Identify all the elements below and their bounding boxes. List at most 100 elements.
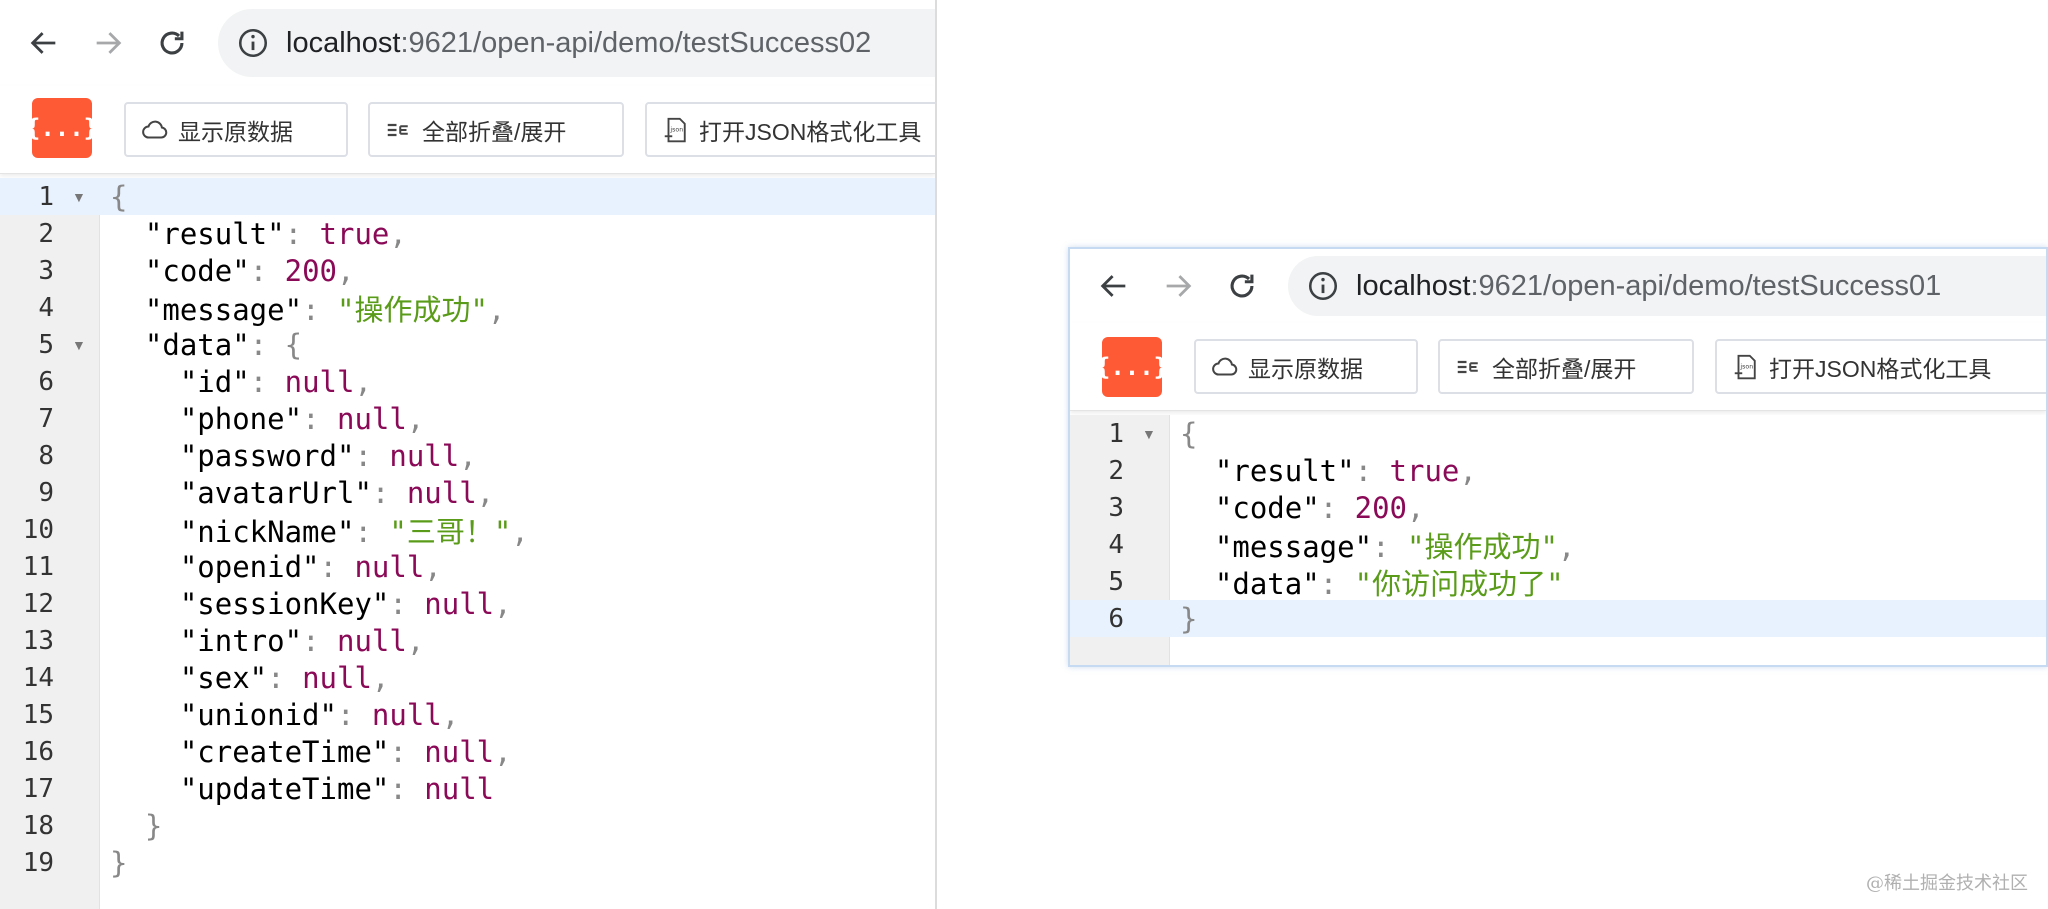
code-token: : { [249,327,303,362]
open-json-tool-button[interactable]: json 打开JSON格式化工具 [645,102,935,157]
code-token: , [487,292,506,327]
code-token: , [337,253,355,288]
code-token: : [302,292,337,327]
address-bar[interactable]: localhost:9621/open-api/demo/testSuccess… [1288,256,2046,316]
code-line: 1 ▼ { [0,178,935,215]
reload-button[interactable] [140,11,204,75]
code-token: } [1180,601,1198,636]
code-line: 4 "message": "操作成功", [0,287,935,329]
code-token: null [424,734,495,769]
code-line: 18 } [0,807,935,844]
browser-nav-bar: localhost:9621/open-api/demo/testSuccess… [0,0,935,86]
code-line: 16 "createTime": null, [0,733,935,770]
code-text: "createTime": null, [110,735,512,769]
code-token: true [1389,453,1460,488]
code-token: null [336,623,407,658]
json-editor[interactable]: 1 ▼{2 "result": true, 3 "code": 200, 4 "mes… [0,178,935,909]
fold-toggle-icon[interactable]: ▼ [1142,426,1156,442]
arrow-left-icon [1100,275,1126,297]
code-token: , [424,549,442,584]
forward-button[interactable] [76,11,140,75]
toggle-fold-button[interactable]: 全部折叠/展开 [1438,339,1694,394]
code-text: "message": "操作成功", [110,287,505,329]
line-number: 1 [1108,418,1124,449]
code-token: "intro" [179,623,303,658]
open-json-tool-button[interactable]: json 打开JSON格式化工具 [1715,339,2046,394]
show-raw-label: 显示原数据 [1248,355,1363,382]
fold-toggle-icon[interactable]: ▼ [72,189,86,205]
fold-toggle-icon[interactable]: ▼ [72,337,86,353]
line-number: 13 [22,625,54,656]
line-number: 3 [1108,492,1124,523]
show-raw-button[interactable]: 显示原数据 [124,102,348,157]
code-text: "data": "你访问成功了" [1180,561,1564,603]
browser-nav-bar: localhost:9621/open-api/demo/testSuccess… [1070,249,2046,323]
code-token: , [1459,453,1477,488]
code-text: } [110,809,162,843]
line-number: 17 [22,773,54,804]
address-bar[interactable]: localhost:9621/open-api/demo/testSuccess… [218,9,935,77]
code-line: 9 "avatarUrl": null, [0,474,935,511]
cloud-icon [1212,357,1238,376]
show-raw-button[interactable]: 显示原数据 [1194,339,1418,394]
code-token: "sessionKey" [179,586,390,621]
code-token: : [336,697,372,732]
code-line: 10 "nickName": "三哥！", [0,511,935,549]
code-token: , [1557,529,1576,564]
code-line: 12 "sessionKey": null, [0,585,935,622]
toggle-fold-label: 全部折叠/展开 [1492,355,1637,382]
line-number: 12 [22,588,54,619]
code-line: 2 "result": true, [0,215,935,252]
code-token: "操作成功" [336,292,488,327]
code-text: "sex": null, [110,661,390,695]
code-token: : [1319,566,1355,601]
browser-window-right: localhost:9621/open-api/demo/testSuccess… [1068,247,2048,667]
code-line: 13 "intro": null, [0,622,935,659]
code-token: null [354,549,425,584]
forward-button[interactable] [1146,254,1210,318]
watermark: @稀土掘金技术社区 [1866,873,2028,894]
line-number: 18 [22,810,54,841]
line-number: 3 [38,255,54,286]
back-button[interactable] [1082,254,1146,318]
info-circle-icon[interactable] [1306,269,1340,303]
code-text: } [110,846,127,880]
code-text: "updateTime": null [110,772,494,806]
code-token: null [371,697,442,732]
code-line: 11 "openid": null, [0,548,935,585]
code-token: 200 [1354,490,1407,525]
code-token: : [302,623,337,658]
code-token: "id" [179,364,250,399]
toggle-fold-button[interactable]: 全部折叠/展开 [368,102,624,157]
code-token: "phone" [179,401,303,436]
code-token: : [319,549,355,584]
url-text[interactable]: localhost:9621/open-api/demo/testSuccess… [1356,270,1941,303]
url-text[interactable]: localhost:9621/open-api/demo/testSuccess… [286,27,871,60]
code-token: , [354,364,372,399]
reload-button[interactable] [1210,254,1274,318]
code-line: 3 "code": 200, [1070,489,2046,526]
info-circle-icon[interactable] [236,26,270,60]
back-button[interactable] [12,11,76,75]
code-token: : [1354,453,1390,488]
code-line: 15 "unionid": null, [0,696,935,733]
code-token: : [389,586,425,621]
code-token: , [1407,490,1425,525]
line-number: 15 [22,699,54,730]
code-text: { [1180,417,1197,451]
code-token: null [336,401,407,436]
reload-icon [160,31,184,55]
code-text: "message": "操作成功", [1180,524,1575,566]
json-file-icon: json [664,117,686,142]
line-number: 10 [22,514,54,545]
code-token: null [389,438,460,473]
code-token: "你访问成功了" [1354,566,1564,601]
code-text: "code": 200, [1180,490,1425,525]
code-text: } [1180,602,1197,636]
code-token: "nickName" [179,514,355,549]
line-number: 5 [38,329,54,360]
json-editor[interactable]: 1 ▼{2 "result": true, 3 "code": 200, 4 "mes… [1070,415,2046,665]
code-token: { [1180,416,1198,451]
open-json-tool-label: 打开JSON格式化工具 [1769,355,1992,382]
code-token: : [354,438,390,473]
